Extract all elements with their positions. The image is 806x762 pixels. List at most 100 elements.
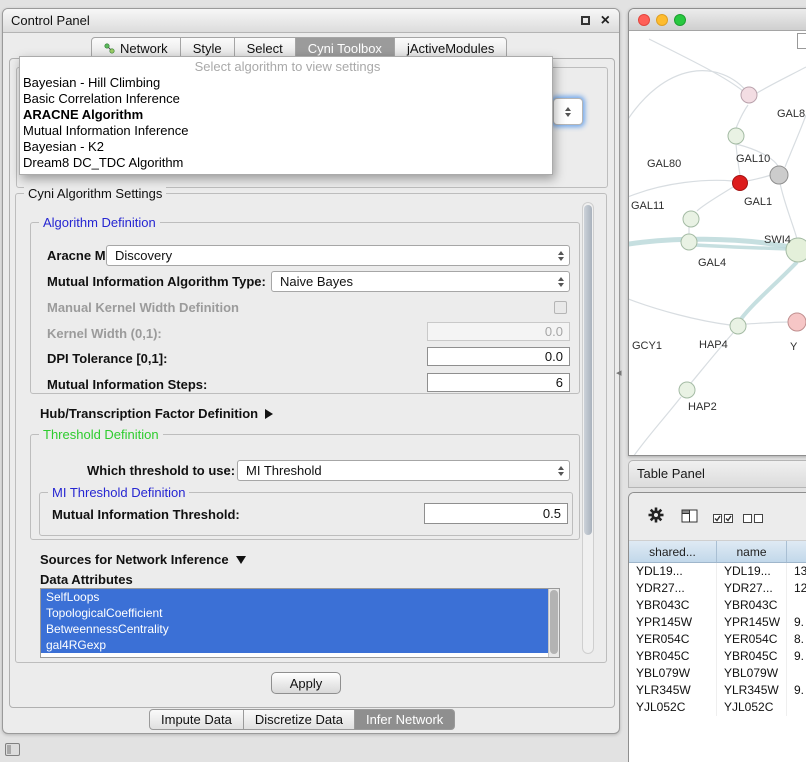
mi-threshold-field[interactable]: 0.5: [424, 503, 568, 524]
table-cell: 9.: [787, 648, 806, 665]
select-all-rows-icon[interactable]: [713, 511, 734, 529]
network-node-label: Y: [790, 341, 798, 353]
which-threshold-label: Which threshold to use:: [87, 463, 235, 478]
table-row[interactable]: YDL19...YDL19...13: [629, 563, 806, 580]
algorithm-combo-stepper[interactable]: [553, 98, 583, 125]
table-cell: YDR27...: [717, 580, 787, 597]
data-attributes-label: Data Attributes: [40, 572, 133, 587]
network-node[interactable]: [728, 128, 744, 144]
tab-label: Cyni Toolbox: [308, 41, 382, 56]
algorithm-option[interactable]: Mutual Information Inference: [20, 123, 552, 139]
table-toolbar: [629, 493, 806, 541]
columns-icon[interactable]: [681, 509, 698, 528]
bottom-tab-impute-data[interactable]: Impute Data: [149, 709, 244, 730]
apply-button[interactable]: Apply: [271, 672, 341, 694]
table-row[interactable]: YPR145WYPR145W9.: [629, 614, 806, 631]
table-cell: YER054C: [629, 631, 717, 648]
settings-scrollbar-thumb[interactable]: [584, 205, 592, 535]
manual-kernel-label: Manual Kernel Width Definition: [47, 300, 239, 315]
kernel-width-field[interactable]: 0.0: [427, 322, 570, 341]
network-node[interactable]: [679, 382, 695, 398]
settings-scrollbar[interactable]: [582, 202, 594, 654]
minimize-traffic-icon[interactable]: [656, 14, 668, 26]
column-header[interactable]: name: [717, 541, 787, 562]
table-panel-window: shared...name YDL19...YDL19...13YDR27...…: [628, 492, 806, 762]
data-attributes-list[interactable]: SelfLoopsTopologicalCoefficientBetweenne…: [40, 588, 560, 658]
table-cell: YLR345W: [717, 682, 787, 699]
network-node[interactable]: [733, 176, 748, 191]
table-row[interactable]: YBR045CYBR045C9.: [629, 648, 806, 665]
network-node-label: GAL4: [698, 257, 726, 269]
desktop: Control Panel × NetworkStyleSelectCyni T…: [0, 0, 806, 762]
threshold-definition-title: Threshold Definition: [39, 427, 163, 442]
table-row[interactable]: YBR043CYBR043C: [629, 597, 806, 614]
algorithm-option[interactable]: Bayesian - K2: [20, 139, 552, 155]
network-view-window: GAL8GAL80GAL10GAL11GAL1SWI4GAL4GCY1HAP4Y…: [628, 8, 806, 456]
list-scrollbar-thumb[interactable]: [550, 590, 558, 654]
network-window-titlebar[interactable]: [629, 9, 806, 31]
bottom-tab-infer-network[interactable]: Infer Network: [355, 709, 455, 730]
table-row[interactable]: YBL079WYBL079W: [629, 665, 806, 682]
network-node-label: GCY1: [632, 340, 662, 352]
algorithm-option[interactable]: Basic Correlation Inference: [20, 91, 552, 107]
gear-icon[interactable]: [647, 506, 665, 529]
expander-collapsed-icon: [265, 409, 273, 419]
network-node[interactable]: [681, 234, 697, 250]
list-scrollbar[interactable]: [548, 589, 559, 657]
zoom-traffic-icon[interactable]: [674, 14, 686, 26]
algorithm-option[interactable]: Bayesian - Hill Climbing: [20, 75, 552, 91]
float-window-icon[interactable]: [581, 16, 590, 25]
threshold-definition-group: Threshold Definition Which threshold to …: [30, 434, 580, 540]
splitter-collapse-arrow[interactable]: ◂: [616, 366, 622, 379]
manual-kernel-checkbox[interactable]: [554, 301, 567, 314]
deselect-all-rows-icon[interactable]: [743, 511, 764, 529]
cyni-bottom-tabs: Impute DataDiscretize DataInfer Network: [149, 709, 455, 730]
column-header[interactable]: shared...: [629, 541, 717, 562]
sources-expander-label: Sources for Network Inference: [40, 552, 229, 567]
hub-definition-expander[interactable]: Hub/Transcription Factor Definition: [40, 406, 273, 421]
table-cell: 13: [787, 563, 806, 580]
dpi-tolerance-label: DPI Tolerance [0,1]:: [47, 351, 167, 366]
panel-toggle-icon[interactable]: [5, 743, 20, 756]
network-node[interactable]: [741, 87, 757, 103]
algorithm-option[interactable]: Dream8 DC_TDC Algorithm: [20, 155, 552, 171]
table-cell: YDL19...: [717, 563, 787, 580]
dpi-tolerance-field[interactable]: 0.0: [427, 347, 570, 366]
tab-label: Network: [120, 41, 168, 56]
table-row[interactable]: YDR27...YDR27...12: [629, 580, 806, 597]
stepper-up-icon: [565, 107, 571, 111]
network-icon: [104, 43, 115, 54]
network-node[interactable]: [788, 313, 806, 331]
mi-type-select[interactable]: Naive Bayes: [271, 271, 570, 292]
data-attribute-item[interactable]: SelfLoops: [41, 589, 548, 605]
table-row[interactable]: YLR345WYLR345W9.: [629, 682, 806, 699]
mi-steps-field[interactable]: 6: [427, 373, 570, 392]
table-panel-header[interactable]: Table Panel: [628, 460, 806, 488]
aracne-mode-select[interactable]: Discovery: [106, 245, 570, 266]
table-cell: [787, 597, 806, 614]
data-attribute-item[interactable]: TopologicalCoefficient: [41, 605, 548, 621]
close-traffic-icon[interactable]: [638, 14, 650, 26]
algorithm-option[interactable]: ARACNE Algorithm: [20, 107, 552, 123]
table-cell: 12: [787, 580, 806, 597]
data-attribute-item[interactable]: BetweennessCentrality: [41, 621, 548, 637]
sources-expander[interactable]: Sources for Network Inference: [40, 552, 246, 567]
network-node[interactable]: [770, 166, 788, 184]
table-row[interactable]: YER054CYER054C8.: [629, 631, 806, 648]
close-icon[interactable]: ×: [601, 10, 610, 32]
network-node[interactable]: [730, 318, 746, 334]
mi-threshold-group-title: MI Threshold Definition: [48, 485, 189, 500]
control-panel-titlebar[interactable]: Control Panel ×: [3, 9, 619, 33]
data-attribute-item[interactable]: gal4RGexp: [41, 637, 548, 653]
column-header[interactable]: [787, 541, 806, 562]
expander-expanded-icon: [236, 556, 246, 564]
network-scrollbar-fragment[interactable]: [797, 33, 806, 49]
table-cell: [787, 665, 806, 682]
which-threshold-select[interactable]: MI Threshold: [237, 460, 570, 481]
bottom-tab-discretize-data[interactable]: Discretize Data: [244, 709, 355, 730]
kernel-width-label: Kernel Width (0,1):: [47, 326, 162, 341]
network-canvas[interactable]: GAL8GAL80GAL10GAL11GAL1SWI4GAL4GCY1HAP4Y…: [629, 31, 806, 456]
table-cell: YBR045C: [629, 648, 717, 665]
table-row[interactable]: YJL052CYJL052C: [629, 699, 806, 716]
network-node[interactable]: [683, 211, 699, 227]
